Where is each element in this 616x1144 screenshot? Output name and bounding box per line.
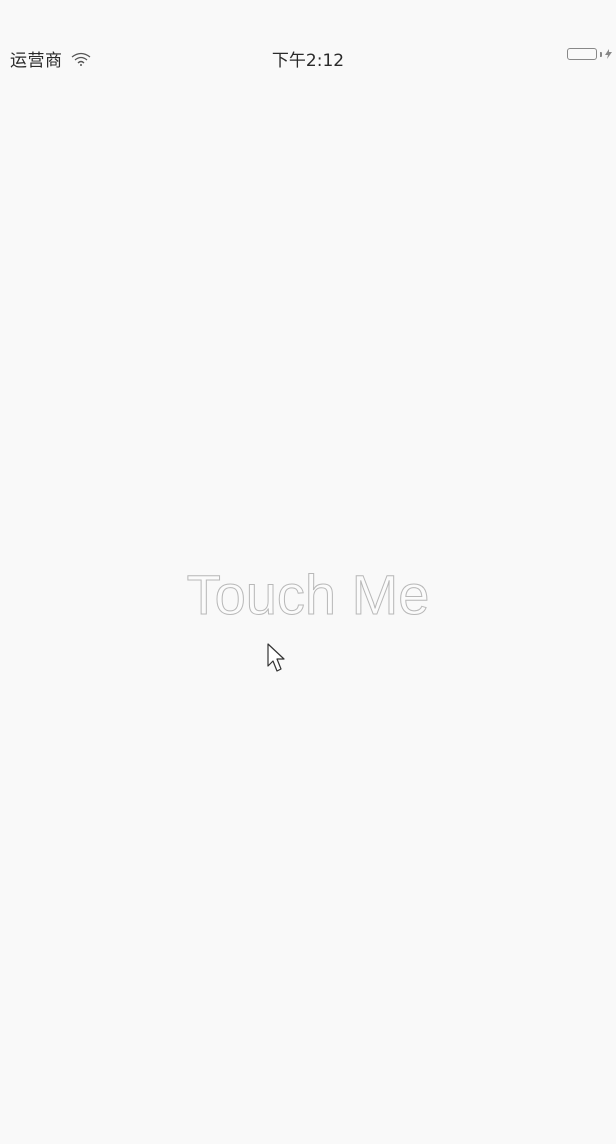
battery-group — [567, 48, 612, 60]
status-bar: 运营商 下午2:12 — [0, 38, 616, 78]
app-screen: 运营商 下午2:12 Touch Me — [0, 0, 616, 1144]
bolt-icon — [605, 49, 612, 59]
status-time: 下午2:12 — [271, 51, 345, 71]
battery-icon — [567, 48, 597, 60]
battery-tip — [600, 51, 602, 57]
cursor-arrow-icon — [267, 643, 285, 672]
touch-me-button[interactable]: Touch Me — [0, 562, 616, 627]
